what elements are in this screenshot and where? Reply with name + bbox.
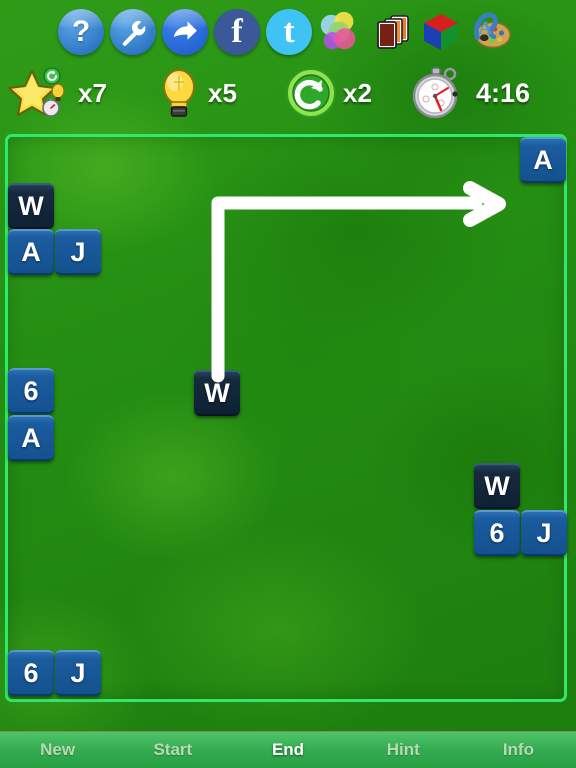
tile-a-3[interactable]: A [520,137,566,183]
game-screen: ? f t A x7 x5 x2 4:16 W A J 6 A A W W 6 … [0,0,576,768]
tile-a-1[interactable]: A [8,229,54,275]
undo-icon [286,68,336,118]
undos-stat[interactable]: x2 [285,62,372,124]
tile-label: W [484,470,510,501]
lightbulb-icon [163,69,195,117]
top-toolbar: ? f t A [0,0,576,62]
wrench-glyph [122,20,146,46]
bottom-navbar: New Start End Hint Info [0,731,576,768]
share-arrow-icon[interactable] [162,9,208,55]
nav-item-start[interactable]: Start [115,740,230,760]
tile-a-2[interactable]: A [8,415,54,461]
tile-label: J [536,517,552,548]
nav-item-hint[interactable]: Hint [346,740,461,760]
tile-w-2[interactable]: W [194,370,240,416]
tile-6-3[interactable]: 6 [8,650,54,696]
tile-label: A [533,144,553,175]
tile-label: J [70,657,86,688]
tile-w-3[interactable]: W [474,463,520,509]
nav-item-new[interactable]: New [0,740,115,760]
tile-j-1[interactable]: J [55,229,101,275]
tile-label: W [204,377,230,408]
nav-item-end[interactable]: End [230,740,345,760]
tile-label: 6 [489,517,505,548]
tile-6-2[interactable]: 6 [474,510,520,556]
settings-wrench-icon[interactable] [110,9,156,55]
help-icon-glyph: ? [71,15,91,48]
twitter-icon-glyph: t [283,13,295,50]
tile-label: W [18,190,44,221]
bubbles-icon[interactable] [316,9,362,55]
hints-stat[interactable]: x5 [156,62,237,124]
facebook-icon-glyph: f [231,13,243,50]
tile-label: J [70,236,86,267]
tile-j-2[interactable]: J [521,510,567,556]
bubbles-glyph [320,11,356,50]
twitter-icon[interactable]: t [266,9,312,55]
arrow-glyph [173,21,197,40]
tile-label: 6 [23,657,39,688]
timer-stat: 4:16 [410,62,530,124]
help-icon[interactable]: ? [58,9,104,55]
tile-j-3[interactable]: J [55,650,101,696]
cube-icon[interactable] [418,9,464,55]
nav-item-info[interactable]: Info [461,740,576,760]
tile-label: A [21,236,41,267]
facebook-icon[interactable]: f [214,9,260,55]
stopwatch-icon [412,67,458,119]
palette-glyph: A [474,12,511,49]
tile-label: A [21,422,41,453]
tile-w-1[interactable]: W [8,183,54,229]
cards-glyph [377,15,409,49]
game-board[interactable] [5,134,567,702]
cube-glyph [424,14,458,50]
tile-6-1[interactable]: 6 [8,368,54,414]
stats-row: x7 x5 x2 4:16 [0,62,576,124]
timer-value: 4:16 [476,77,531,108]
cards-stack-icon[interactable] [370,9,416,55]
undos-value: x2 [343,77,372,108]
hints-value: x5 [208,77,237,108]
svg-text:A: A [479,18,493,39]
stars-value: x7 [78,77,107,108]
palette-icon[interactable]: A [468,9,514,55]
tile-label: 6 [23,375,39,406]
star-icon [8,67,65,117]
stars-stat[interactable]: x7 [6,62,107,124]
